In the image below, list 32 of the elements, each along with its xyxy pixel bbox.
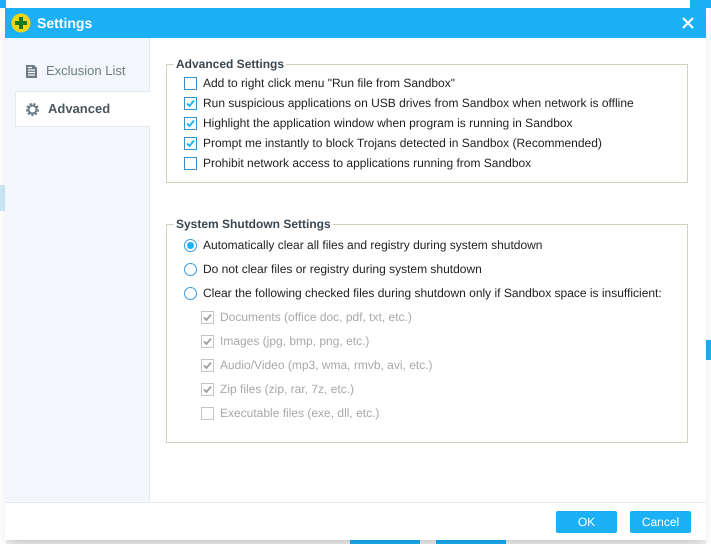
checkbox[interactable] [184, 136, 197, 150]
app-logo-icon [11, 13, 31, 33]
radio-button[interactable] [184, 262, 197, 276]
group-title: Advanced Settings [175, 56, 286, 73]
group-title: System Shutdown Settings [175, 216, 332, 233]
checkbox[interactable] [184, 156, 197, 170]
checkbox[interactable] [184, 76, 197, 90]
option-label: Highlight the application window when program is running in Sandbox [203, 115, 573, 132]
close-icon[interactable] [682, 17, 694, 29]
dialog-button[interactable]: OK [556, 510, 617, 532]
sidebar-tab[interactable]: Exclusion List [15, 53, 149, 89]
file-type-label: Zip files (zip, rar, 7z, etc.) [220, 381, 354, 398]
file-type-label: Images (jpg, bmp, png, etc.) [220, 333, 370, 350]
sidebar-tab[interactable]: Advanced [15, 91, 150, 127]
option-label: Add to right click menu "Run file from Sandbox" [203, 75, 455, 92]
radio-button[interactable] [184, 286, 197, 300]
file-type-label: Audio/Video (mp3, wma, rmvb, avi, etc.) [220, 357, 433, 374]
option-label: Run suspicious applications on USB drives from Sandbox when network is offline [203, 95, 634, 112]
checkbox[interactable] [184, 96, 197, 110]
choice-label: Do not clear files or registry during system shutdown [203, 261, 482, 278]
window-title: Settings [37, 14, 94, 33]
file-type-label: Executable files (exe, dll, etc.) [220, 405, 380, 422]
radio-button[interactable] [184, 238, 197, 252]
document-icon [25, 64, 38, 78]
checkbox[interactable] [184, 116, 197, 130]
gear-icon [25, 102, 40, 116]
choice-label: Automatically clear all files and registry during system shutdown [203, 237, 542, 254]
option-label: Prompt me instantly to block Trojans detected in Sandbox (Recommended) [203, 135, 602, 152]
option-label: Prohibit network access to applications running from Sandbox [203, 155, 532, 172]
file-type-label: Documents (office doc, pdf, txt, etc.) [220, 309, 412, 326]
choice-label: Clear the following checked files during shutdown only if Sandbox space is insufficient: [203, 285, 662, 302]
dialog-button[interactable]: Cancel [630, 510, 691, 532]
